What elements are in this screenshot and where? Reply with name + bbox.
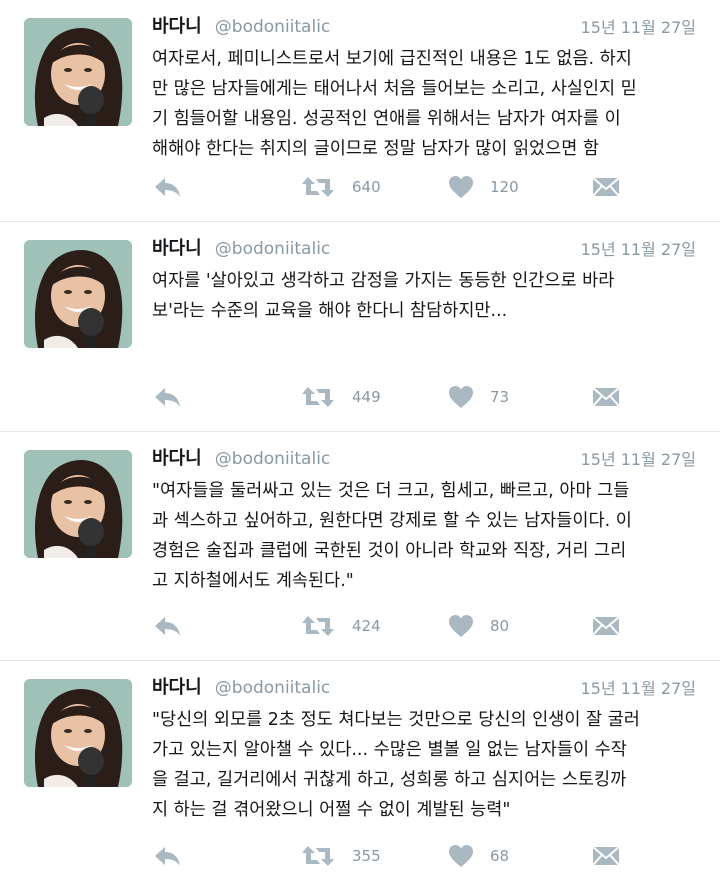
tweet-header: 바다니 @bodoniitalic 15년 11월 27일: [152, 444, 696, 472]
like-button[interactable]: 73: [448, 382, 509, 412]
timestamp[interactable]: 15년 11월 27일: [581, 675, 696, 699]
direct-message-button[interactable]: [592, 611, 620, 641]
direct-message-icon: [592, 846, 620, 866]
display-name[interactable]: 바다니: [152, 677, 202, 698]
tweet[interactable]: 바다니 @bodoniitalic 15년 11월 27일 여자로서, 페미니스…: [0, 0, 720, 222]
reply-button[interactable]: [152, 841, 182, 871]
direct-message-icon: [592, 387, 620, 407]
heart-icon: [449, 845, 473, 867]
tweet-text: 여자로서, 페미니스트로서 보기에 급진적인 내용은 1도 없음. 하지 만 많…: [152, 49, 637, 159]
username[interactable]: @bodoniitalic: [215, 678, 330, 698]
reply-button[interactable]: [152, 382, 182, 412]
reply-button[interactable]: [152, 611, 182, 641]
timestamp[interactable]: 15년 11월 27일: [581, 446, 696, 470]
reply-icon: [155, 388, 180, 407]
reply-icon: [155, 178, 180, 197]
retweet-count: 424: [352, 617, 381, 635]
reply-icon: [155, 847, 180, 866]
like-button[interactable]: 120: [448, 172, 519, 202]
retweet-button[interactable]: 449: [300, 382, 381, 412]
display-name[interactable]: 바다니: [152, 238, 202, 259]
tweet[interactable]: 바다니 @bodoniitalic 15년 11월 27일 "당신의 외모를 2…: [0, 661, 720, 882]
username[interactable]: @bodoniitalic: [215, 239, 330, 259]
retweet-icon: [302, 387, 334, 407]
timestamp[interactable]: 15년 11월 27일: [581, 14, 696, 38]
direct-message-icon: [592, 177, 620, 197]
retweet-icon: [302, 616, 334, 636]
display-name[interactable]: 바다니: [152, 448, 202, 469]
heart-icon: [449, 176, 473, 198]
tweet-text: 여자를 '살아있고 생각하고 감정을 가지는 동등한 인간으로 바라 보'라는 …: [152, 271, 615, 321]
heart-icon: [449, 386, 473, 408]
heart-icon: [449, 615, 473, 637]
username[interactable]: @bodoniitalic: [215, 17, 330, 37]
tweet-text: "당신의 외모를 2초 정도 쳐다보는 것만으로 당신의 인생이 잘 굴러 가고…: [152, 710, 640, 820]
reply-icon: [155, 617, 180, 636]
like-count: 73: [490, 388, 510, 406]
timestamp[interactable]: 15년 11월 27일: [581, 236, 696, 260]
avatar[interactable]: [24, 450, 132, 558]
avatar[interactable]: [24, 679, 132, 787]
tweet-header: 바다니 @bodoniitalic 15년 11월 27일: [152, 673, 696, 701]
like-count: 80: [490, 617, 510, 635]
avatar[interactable]: [24, 18, 132, 126]
retweet-count: 355: [352, 847, 381, 865]
username[interactable]: @bodoniitalic: [215, 449, 330, 469]
retweet-button[interactable]: 640: [300, 172, 381, 202]
display-name[interactable]: 바다니: [152, 16, 202, 37]
retweet-count: 449: [352, 388, 381, 406]
like-button[interactable]: 80: [448, 611, 509, 641]
retweet-icon: [302, 177, 334, 197]
retweet-icon: [302, 846, 334, 866]
retweet-button[interactable]: 355: [300, 841, 381, 871]
like-button[interactable]: 68: [448, 841, 509, 871]
tweet-text: "여자들을 둘러싸고 있는 것은 더 크고, 힘세고, 빠르고, 아마 그들 과…: [152, 481, 632, 591]
tweet[interactable]: 바다니 @bodoniitalic 15년 11월 27일 "여자들을 둘러싸고…: [0, 432, 720, 661]
tweet-header: 바다니 @bodoniitalic 15년 11월 27일: [152, 234, 696, 262]
direct-message-icon: [592, 616, 620, 636]
direct-message-button[interactable]: [592, 382, 620, 412]
like-count: 68: [490, 847, 510, 865]
like-count: 120: [490, 178, 519, 196]
retweet-button[interactable]: 424: [300, 611, 381, 641]
tweet-header: 바다니 @bodoniitalic 15년 11월 27일: [152, 12, 696, 40]
retweet-count: 640: [352, 178, 381, 196]
direct-message-button[interactable]: [592, 172, 620, 202]
reply-button[interactable]: [152, 172, 182, 202]
direct-message-button[interactable]: [592, 841, 620, 871]
tweet[interactable]: 바다니 @bodoniitalic 15년 11월 27일 여자를 '살아있고 …: [0, 222, 720, 432]
avatar[interactable]: [24, 240, 132, 348]
